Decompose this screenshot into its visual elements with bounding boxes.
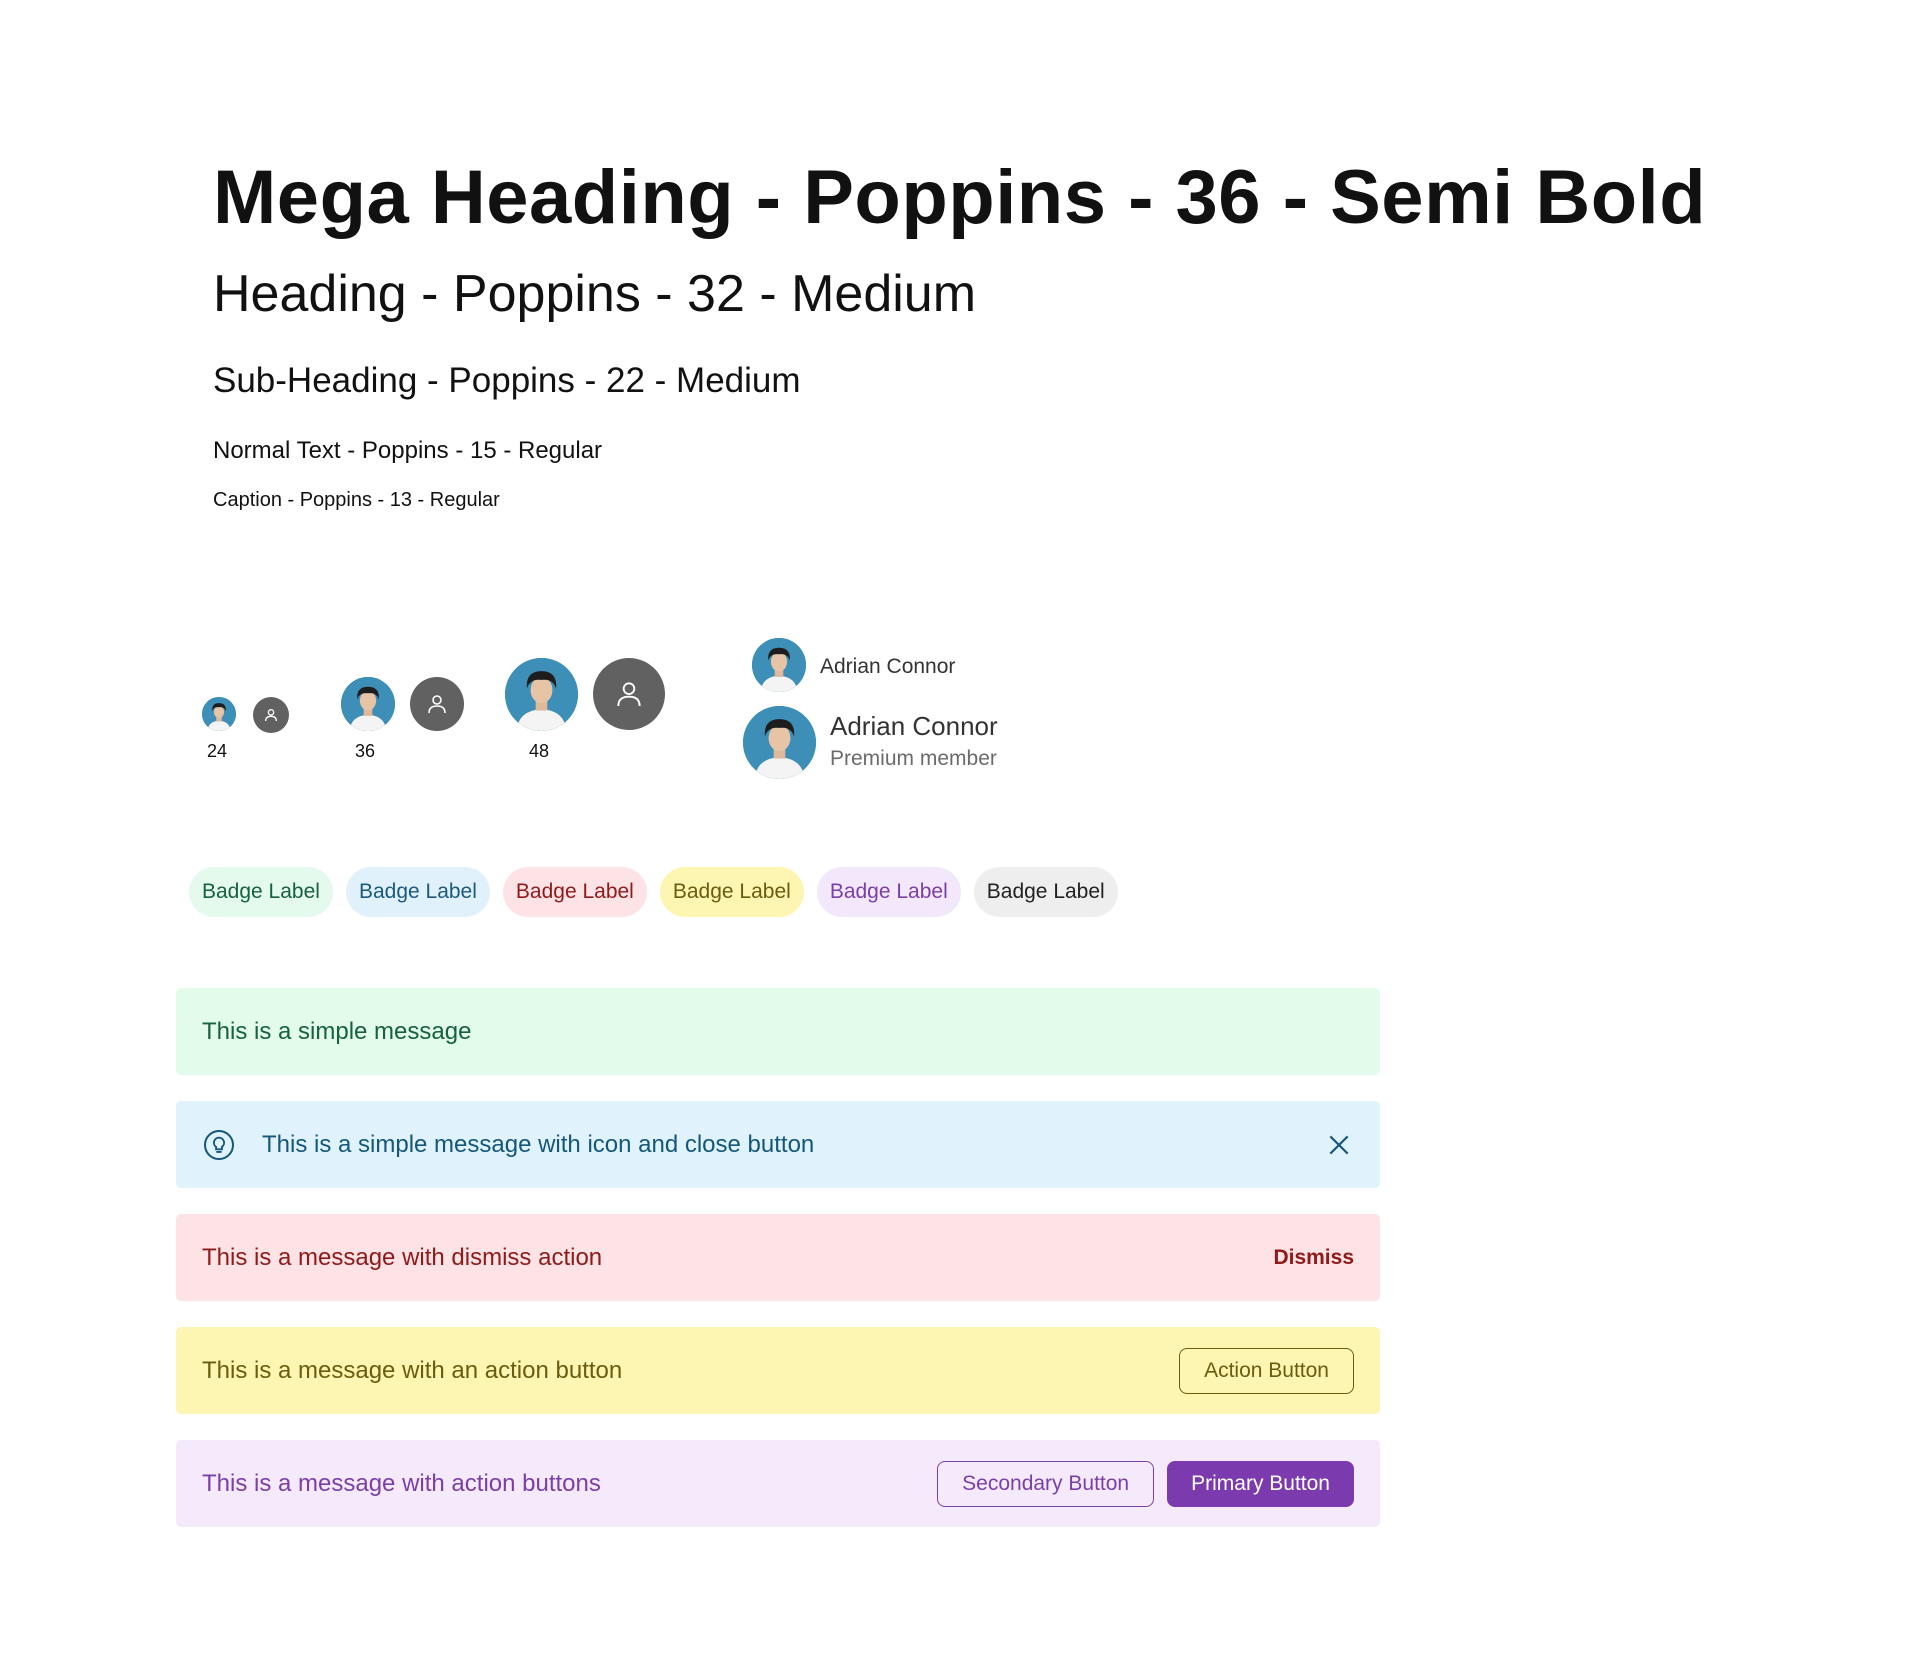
avatar-photo-icon [752, 638, 806, 692]
badge-gray: Badge Label [973, 867, 1118, 917]
normal-text: Normal Text - Poppins - 15 - Regular [213, 437, 603, 464]
mega-heading: Mega Heading - Poppins - 36 - Semi Bold [213, 155, 1707, 240]
message-icon-close: This is a simple message with icon and c… [176, 1101, 1380, 1188]
avatar-36 [341, 677, 395, 731]
lightbulb-icon [202, 1128, 236, 1162]
heading: Heading - Poppins - 32 - Medium [213, 265, 977, 323]
caption-text: Caption - Poppins - 13 - Regular [213, 489, 500, 511]
avatar-placeholder-24 [253, 697, 289, 733]
avatar-photo-icon [743, 706, 816, 779]
close-icon[interactable] [1324, 1130, 1354, 1160]
message-action: This is a message with an action button … [176, 1327, 1380, 1414]
avatar-placeholder-48 [593, 658, 665, 730]
avatar-photo-icon [505, 658, 578, 731]
message-text: This is a simple message [202, 1017, 472, 1045]
avatar-placeholder-36 [410, 677, 464, 731]
avatar-48 [505, 658, 578, 731]
user-icon [265, 709, 277, 722]
action-button[interactable]: Action Button [1179, 1347, 1354, 1394]
user-avatar-small [752, 638, 806, 692]
user-name: Adrian Connor [820, 655, 956, 678]
dismiss-button[interactable]: Dismiss [1273, 1246, 1354, 1270]
avatar-photo-icon [202, 697, 236, 731]
message-dismiss: This is a message with dismiss action Di… [176, 1214, 1380, 1301]
avatar-24 [202, 697, 236, 731]
message-text: This is a message with an action button [202, 1356, 623, 1384]
message-text: This is a message with dismiss action [202, 1243, 603, 1271]
badge-purple: Badge Label [816, 867, 961, 917]
badge-blue: Badge Label [345, 867, 490, 917]
badge-red: Badge Label [502, 867, 647, 917]
sub-heading: Sub-Heading - Poppins - 22 - Medium [213, 361, 801, 400]
message-text: This is a simple message with icon and c… [262, 1130, 815, 1158]
user-icon [617, 682, 641, 707]
user-name: Adrian Connor [830, 711, 998, 741]
secondary-button[interactable]: Secondary Button [937, 1460, 1155, 1507]
avatar-photo-icon [341, 677, 395, 731]
badge-green: Badge Label [189, 867, 333, 917]
user-icon [428, 695, 446, 714]
user-subtitle: Premium member [830, 747, 997, 770]
avatar-size-label: 36 [355, 741, 376, 761]
message-text: This is a message with action buttons [202, 1469, 601, 1497]
badge-yellow: Badge Label [659, 867, 804, 917]
message-actions: This is a message with action buttons Se… [176, 1440, 1380, 1527]
message-simple: This is a simple message [176, 988, 1380, 1075]
avatar-size-label: 24 [207, 741, 228, 761]
user-avatar-large [743, 706, 816, 779]
badge-row: Badge Label Badge Label Badge Label Badg… [189, 867, 1118, 917]
avatar-size-label: 48 [529, 741, 550, 761]
primary-button[interactable]: Primary Button [1167, 1460, 1354, 1507]
